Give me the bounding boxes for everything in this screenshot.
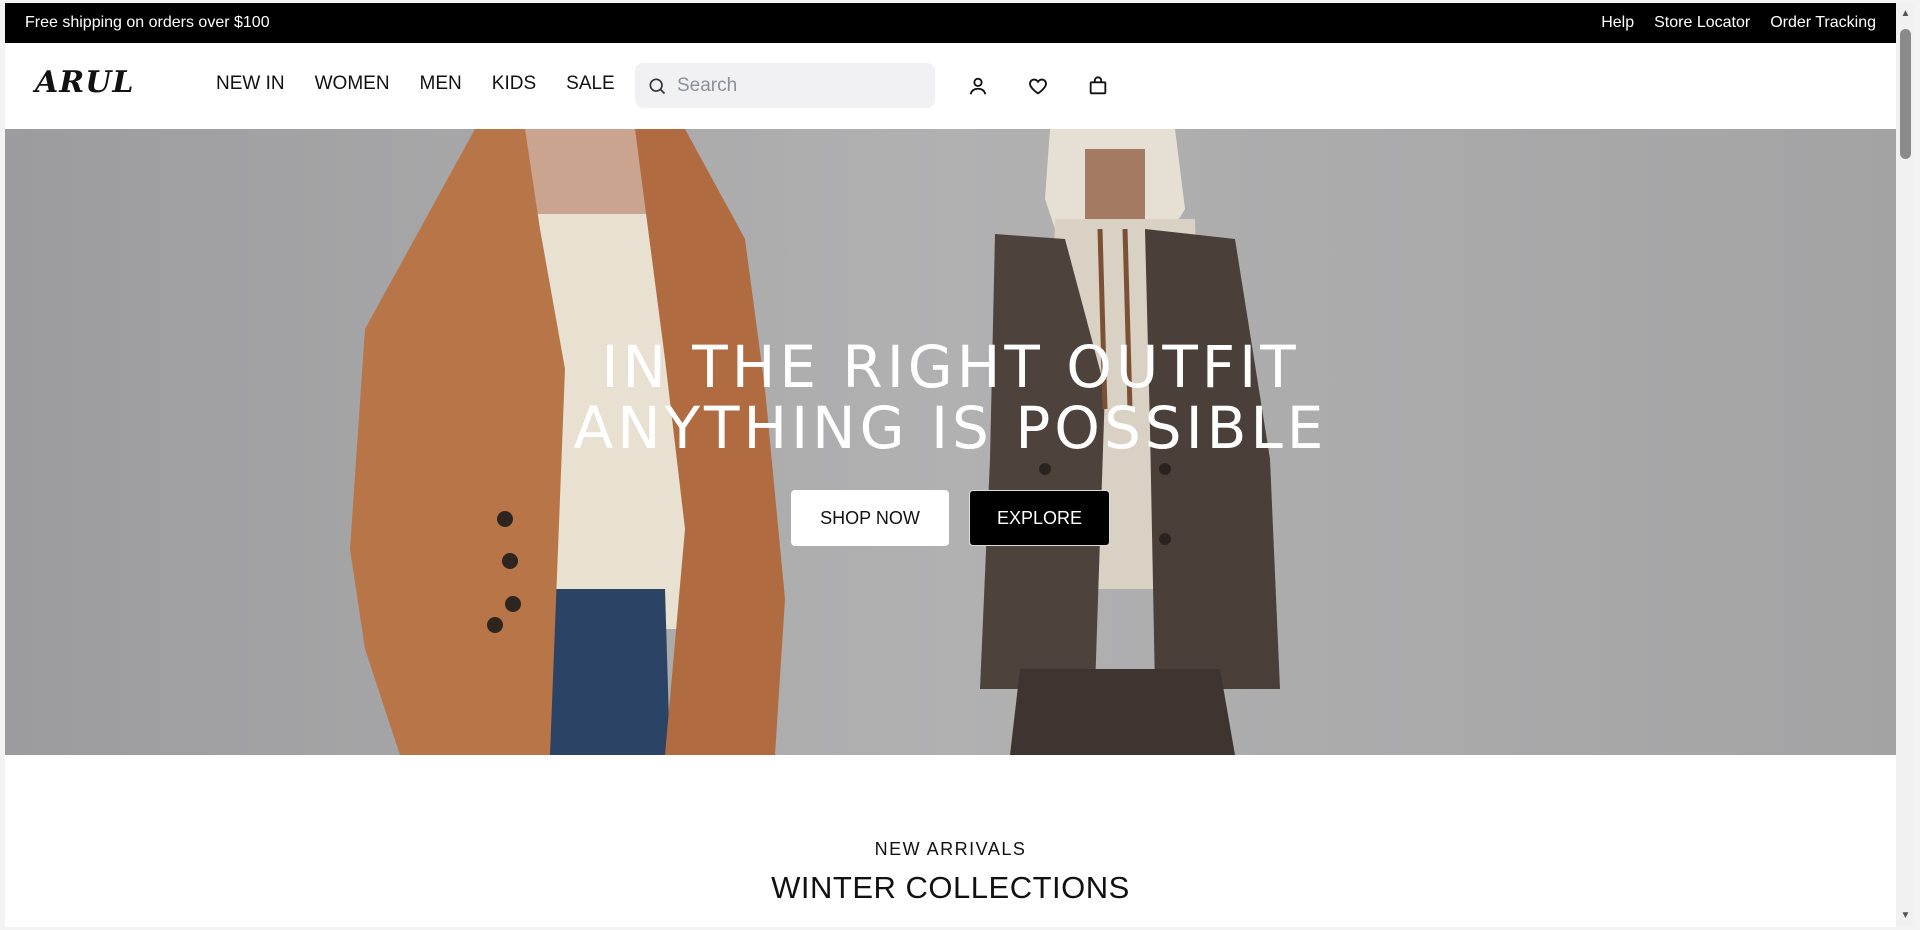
page-scrollbar[interactable]: ▲ ▼	[1896, 3, 1915, 927]
explore-button[interactable]: EXPLORE	[969, 490, 1110, 546]
search-box[interactable]	[635, 63, 935, 108]
utility-links: Help Store Locator Order Tracking	[1601, 14, 1876, 32]
browser-viewport: Free shipping on orders over $100 Help S…	[5, 3, 1896, 927]
brand-logo[interactable]: ARUL	[35, 65, 134, 100]
site-header: ARUL NEW IN WOMEN MEN KIDS SALE	[5, 43, 1896, 129]
announcement-bar: Free shipping on orders over $100 Help S…	[5, 3, 1896, 43]
free-shipping-text: Free shipping on orders over $100	[25, 14, 270, 31]
scroll-up-arrow-icon[interactable]: ▲	[1900, 9, 1911, 19]
nav-men[interactable]: MEN	[420, 73, 462, 95]
main-nav: NEW IN WOMEN MEN KIDS SALE	[216, 73, 645, 95]
store-locator-link[interactable]: Store Locator	[1654, 14, 1750, 32]
section-title: WINTER COLLECTIONS	[771, 870, 1130, 905]
scrollbar-thumb[interactable]	[1900, 29, 1911, 159]
hero-banner: IN THE RIGHT OUTFIT ANYTHING IS POSSIBLE…	[5, 129, 1896, 755]
order-tracking-link[interactable]: Order Tracking	[1770, 14, 1876, 32]
search-icon	[649, 78, 666, 94]
shop-now-button[interactable]: SHOP NOW	[791, 490, 949, 546]
new-arrivals-section: NEW ARRIVALS WINTER COLLECTIONS	[5, 755, 1896, 927]
nav-women[interactable]: WOMEN	[315, 73, 390, 95]
wishlist-heart-icon[interactable]	[1027, 75, 1049, 97]
account-icon[interactable]	[967, 75, 989, 97]
nav-new-in[interactable]: NEW IN	[216, 73, 285, 95]
scroll-down-arrow-icon[interactable]: ▼	[1900, 911, 1911, 921]
nav-kids[interactable]: KIDS	[492, 73, 536, 95]
search-input[interactable]	[677, 74, 917, 97]
shopping-bag-icon[interactable]	[1087, 75, 1109, 97]
help-link[interactable]: Help	[1601, 14, 1634, 32]
hero-line-2: ANYTHING IS POSSIBLE	[573, 394, 1328, 462]
nav-sale[interactable]: SALE	[566, 73, 615, 95]
hero-line-1: IN THE RIGHT OUTFIT	[601, 333, 1300, 401]
hero-actions: SHOP NOW EXPLORE	[791, 490, 1110, 546]
section-eyebrow: NEW ARRIVALS	[874, 839, 1027, 859]
hero-headline: IN THE RIGHT OUTFIT ANYTHING IS POSSIBLE	[5, 337, 1896, 459]
